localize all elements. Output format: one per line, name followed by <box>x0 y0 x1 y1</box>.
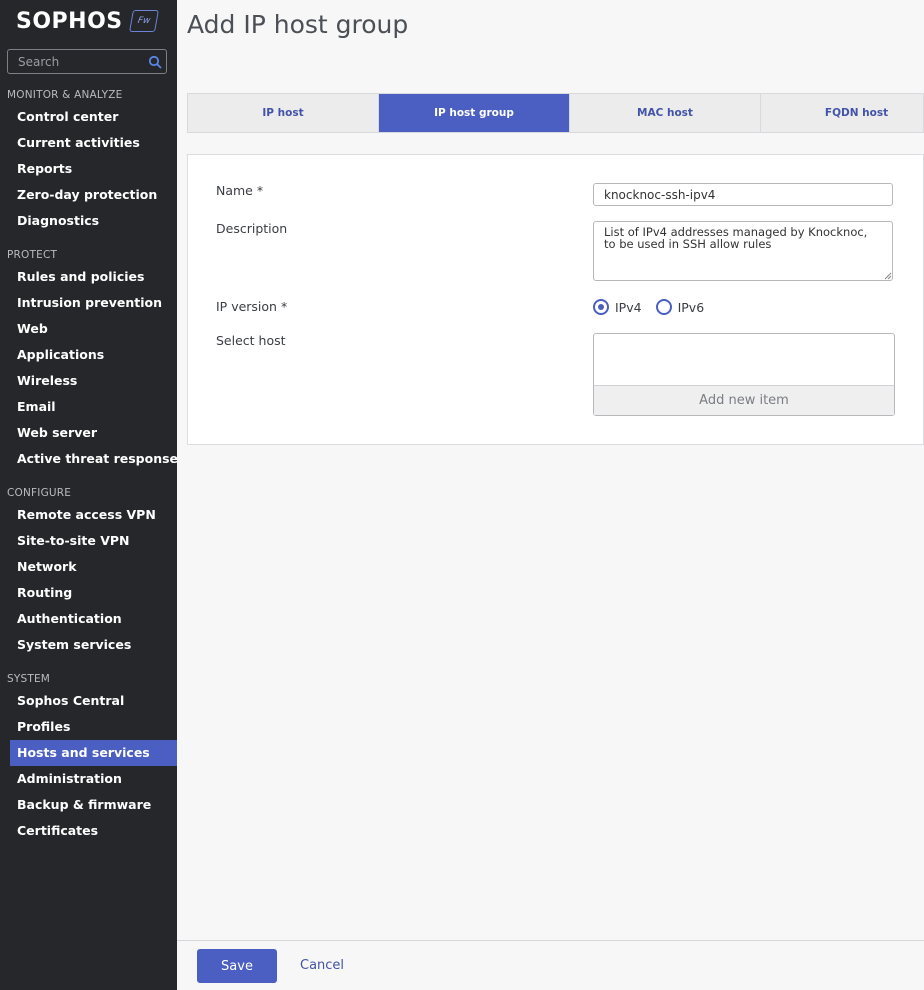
sidebar-item-control-center[interactable]: Control center <box>0 104 177 130</box>
nav-section-system: SYSTEM Sophos Central Profiles Hosts and… <box>0 670 177 844</box>
radio-ipv4-label: IPv4 <box>615 299 642 315</box>
name-label: Name * <box>216 183 264 198</box>
sidebar-item-rules-and-policies[interactable]: Rules and policies <box>0 264 177 290</box>
sidebar-item-email[interactable]: Email <box>0 394 177 420</box>
host-list[interactable]: Add new item <box>593 333 895 416</box>
sidebar-item-site-to-site-vpn[interactable]: Site-to-site VPN <box>0 528 177 554</box>
host-type-tabs: IP host IP host group MAC host FQDN host <box>187 93 924 133</box>
nav-section-protect: PROTECT Rules and policies Intrusion pre… <box>0 246 178 472</box>
radio-ipv6[interactable]: IPv6 <box>655 299 705 315</box>
search-input[interactable] <box>8 50 146 73</box>
main-content: Add IP host group IP host IP host group … <box>177 0 924 940</box>
sidebar-item-intrusion-prevention[interactable]: Intrusion prevention <box>0 290 177 316</box>
description-textarea[interactable]: List of IPv4 addresses managed by Knockn… <box>593 221 893 281</box>
firewall-badge-icon: Fw <box>128 10 159 32</box>
add-new-item-button[interactable]: Add new item <box>594 385 894 415</box>
section-heading: SYSTEM <box>7 673 51 685</box>
footer-bar: Save Cancel <box>177 940 924 990</box>
sidebar-item-authentication[interactable]: Authentication <box>0 606 177 632</box>
sidebar-nav: MONITOR & ANALYZE Control center Current… <box>0 86 178 844</box>
sidebar-item-routing[interactable]: Routing <box>0 580 177 606</box>
sidebar-item-zero-day-protection[interactable]: Zero-day protection <box>0 182 177 208</box>
tab-fqdn-host[interactable]: FQDN host <box>761 94 924 132</box>
sidebar-item-applications[interactable]: Applications <box>0 342 177 368</box>
sidebar-item-administration[interactable]: Administration <box>0 766 177 792</box>
form-panel: Name * Description List of IPv4 addresse… <box>187 154 924 445</box>
sidebar-item-web[interactable]: Web <box>0 316 177 342</box>
sidebar: SOPHOS Fw MONITOR & ANALYZE Control cent… <box>0 0 178 990</box>
radio-ipv6-label: IPv6 <box>677 299 705 315</box>
sidebar-item-profiles[interactable]: Profiles <box>0 714 177 740</box>
nav-section-monitor: MONITOR & ANALYZE Control center Current… <box>0 86 177 234</box>
select-host-label: Select host <box>216 333 286 348</box>
badge-text: Fw <box>136 16 151 26</box>
sidebar-item-network[interactable]: Network <box>0 554 177 580</box>
name-input[interactable] <box>593 183 893 206</box>
sidebar-item-hosts-and-services[interactable]: Hosts and services <box>10 740 177 766</box>
sidebar-item-active-threat-response[interactable]: Active threat response <box>0 446 178 472</box>
resize-grip-icon[interactable] <box>884 272 892 280</box>
cancel-button[interactable]: Cancel <box>300 949 344 983</box>
logo[interactable]: SOPHOS Fw <box>16 6 159 36</box>
description-label: Description <box>216 221 288 236</box>
sidebar-item-remote-access-vpn[interactable]: Remote access VPN <box>0 502 177 528</box>
tab-ip-host[interactable]: IP host <box>188 94 379 132</box>
nav-section-configure: CONFIGURE Remote access VPN Site-to-site… <box>0 484 177 658</box>
sidebar-item-backup-firmware[interactable]: Backup & firmware <box>0 792 177 818</box>
radio-unselected-icon[interactable] <box>655 299 672 315</box>
section-heading: MONITOR & ANALYZE <box>7 89 123 101</box>
logo-text: SOPHOS <box>16 8 123 34</box>
sidebar-item-certificates[interactable]: Certificates <box>0 818 177 844</box>
search-box <box>7 49 167 74</box>
sidebar-item-reports[interactable]: Reports <box>0 156 177 182</box>
sidebar-item-web-server[interactable]: Web server <box>0 420 177 446</box>
page-title: Add IP host group <box>187 10 409 39</box>
section-heading: CONFIGURE <box>7 487 72 499</box>
sidebar-item-current-activities[interactable]: Current activities <box>0 130 177 156</box>
sidebar-item-sophos-central[interactable]: Sophos Central <box>0 688 177 714</box>
tab-mac-host[interactable]: MAC host <box>570 94 761 132</box>
ip-version-radio-group: IPv4 IPv6 <box>593 299 718 315</box>
tab-ip-host-group[interactable]: IP host group <box>379 94 570 132</box>
sidebar-item-diagnostics[interactable]: Diagnostics <box>0 208 177 234</box>
search-icon[interactable] <box>148 55 162 69</box>
sidebar-item-wireless[interactable]: Wireless <box>0 368 177 394</box>
section-heading: PROTECT <box>7 249 58 261</box>
sidebar-item-system-services[interactable]: System services <box>0 632 177 658</box>
save-button[interactable]: Save <box>197 949 277 983</box>
ip-version-label: IP version * <box>216 299 288 314</box>
radio-ipv4[interactable]: IPv4 <box>593 299 642 315</box>
radio-selected-icon[interactable] <box>593 299 609 315</box>
